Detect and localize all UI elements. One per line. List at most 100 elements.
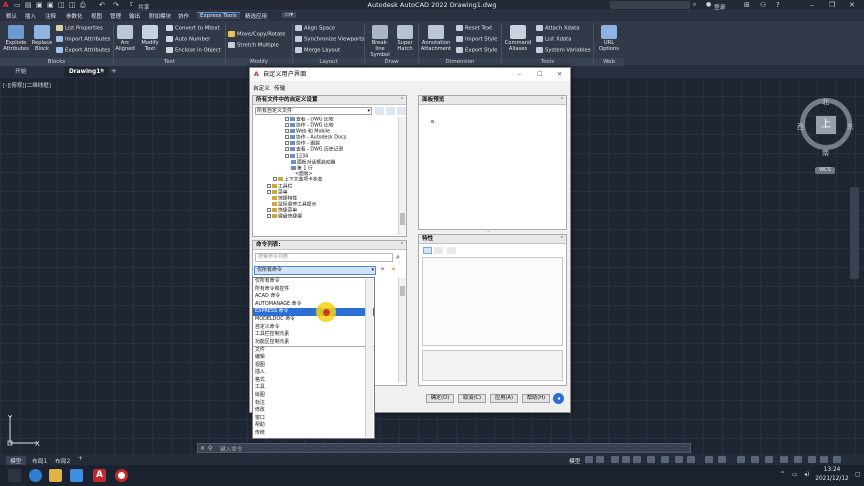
dialog-close-icon[interactable]: ✕ bbox=[557, 68, 562, 81]
explode-attributes-button[interactable]: Explode Attributes bbox=[2, 25, 30, 52]
tab-output[interactable]: 输出 bbox=[129, 12, 140, 20]
annotation-attachment-button[interactable]: Annotation Attachment bbox=[420, 25, 452, 52]
collapse-panel-icon[interactable]: ⌃ bbox=[560, 97, 564, 103]
dropdown-option[interactable]: 功能区控制元素 bbox=[253, 339, 374, 347]
import-style-button[interactable]: Import Style bbox=[456, 36, 498, 44]
attach-xdata-button[interactable]: Attach Xdata bbox=[536, 25, 579, 33]
help-button[interactable]: 帮助(H) bbox=[522, 394, 550, 403]
command-filter-select[interactable]: 仅所有命令 ▾ bbox=[254, 266, 376, 275]
save-as-icon[interactable]: ▣ bbox=[47, 1, 54, 9]
ribbon-options-icon[interactable]: ▭▾ bbox=[282, 12, 296, 18]
grid-icon[interactable] bbox=[585, 456, 593, 463]
polar-icon[interactable] bbox=[622, 456, 630, 463]
property-pages-icon[interactable] bbox=[447, 247, 456, 254]
tree-scrollbar[interactable] bbox=[398, 117, 406, 235]
dropdown-option-selected[interactable]: EXPRESS 命令 bbox=[253, 308, 374, 316]
new-tab-icon[interactable]: + bbox=[111, 67, 117, 75]
network-icon[interactable]: ▭ bbox=[792, 471, 798, 478]
tab-layout1[interactable]: 布局1 bbox=[32, 456, 47, 465]
command-line[interactable]: ✕ ⚲ 键入命令 bbox=[197, 443, 691, 453]
restore-icon[interactable]: ❐ bbox=[829, 1, 835, 9]
windows-start-icon[interactable] bbox=[8, 469, 21, 482]
edge-browser-icon[interactable] bbox=[29, 469, 42, 482]
align-space-button[interactable]: Align Space bbox=[295, 25, 335, 33]
draw-group-label[interactable]: Draw bbox=[365, 58, 418, 66]
tab-manage[interactable]: 管理 bbox=[110, 12, 121, 20]
share-label[interactable]: 共享 bbox=[138, 2, 150, 11]
compass-east[interactable]: 东 bbox=[847, 122, 854, 132]
dropdown-option[interactable]: 编辑 bbox=[253, 354, 374, 362]
command-input[interactable]: 键入命令 bbox=[220, 445, 242, 453]
navigation-bar[interactable] bbox=[850, 187, 859, 279]
url-options-button[interactable]: URL Options bbox=[596, 25, 622, 52]
dropdown-option[interactable]: 视图 bbox=[253, 362, 374, 370]
dropdown-option[interactable]: MODELDOC 命令 bbox=[253, 316, 374, 324]
collapse-panel-icon[interactable]: ⌃ bbox=[400, 97, 404, 103]
web-open-icon[interactable]: ◫ bbox=[58, 1, 65, 9]
annotation-monitor-icon[interactable] bbox=[751, 456, 759, 463]
enclose-in-object-button[interactable]: Enclose in Object bbox=[166, 47, 221, 55]
dropdown-option[interactable]: 窗口 bbox=[253, 415, 374, 423]
dialog-maximize-icon[interactable]: ☐ bbox=[537, 68, 543, 81]
dropdown-option[interactable]: 标注 bbox=[253, 400, 374, 408]
dropdown-scrollbar[interactable] bbox=[365, 279, 373, 437]
customization-file-select[interactable]: 所有自定义文件 ▾ bbox=[255, 107, 372, 115]
export-style-button[interactable]: Export Style bbox=[456, 47, 497, 55]
dropdown-option[interactable]: ACAD 命令 bbox=[253, 293, 374, 301]
command-aliases-button[interactable]: Command Aliases bbox=[503, 25, 533, 52]
tab-annotate[interactable]: 注释 bbox=[45, 12, 56, 20]
tools-group-label[interactable]: Tools bbox=[502, 58, 593, 66]
model-space-label[interactable]: 模型 bbox=[569, 456, 581, 465]
minimize-icon[interactable]: – bbox=[810, 1, 814, 9]
web-group-label[interactable]: Web bbox=[594, 58, 624, 66]
object-snap-icon[interactable] bbox=[661, 456, 669, 463]
close-tab-icon[interactable]: ✕ bbox=[100, 68, 105, 75]
help-search-input[interactable] bbox=[610, 1, 690, 9]
reset-text-button[interactable]: Reset Text bbox=[456, 25, 492, 33]
add-layout-icon[interactable]: + bbox=[78, 456, 83, 462]
dropdown-option[interactable]: 仅所有命令 bbox=[253, 278, 374, 286]
store-icon[interactable] bbox=[70, 469, 83, 482]
save-icon[interactable]: ▣ bbox=[36, 1, 43, 9]
tab-view[interactable]: 视图 bbox=[91, 12, 102, 20]
tab-customize[interactable]: 自定义 bbox=[253, 84, 270, 92]
open-file-button[interactable] bbox=[375, 107, 384, 115]
dialog-minimize-icon[interactable]: – bbox=[518, 68, 521, 81]
save-file-button[interactable] bbox=[386, 107, 395, 115]
dropdown-option[interactable]: 工具栏控制元素 bbox=[253, 331, 374, 339]
workspace-icon[interactable] bbox=[737, 456, 745, 463]
tray-chevron-icon[interactable]: ^ bbox=[780, 471, 785, 478]
recorder-taskbar-icon[interactable] bbox=[115, 469, 128, 482]
annotation-scale-icon[interactable] bbox=[718, 456, 726, 463]
user-icon[interactable]: ● bbox=[706, 1, 711, 8]
selection-cycling-icon[interactable] bbox=[705, 456, 713, 463]
export-attributes-button[interactable]: Export Attributes bbox=[56, 47, 110, 55]
redo-icon[interactable]: ↷ bbox=[113, 1, 119, 9]
tab-default[interactable]: 默认 bbox=[6, 12, 17, 20]
tab-parametric[interactable]: 参数化 bbox=[66, 12, 83, 20]
dropdown-option[interactable]: 传统 bbox=[253, 430, 374, 438]
alphabetical-view-icon[interactable] bbox=[434, 247, 443, 254]
customization-icon[interactable] bbox=[820, 456, 828, 463]
hardware-acceleration-icon[interactable] bbox=[794, 456, 802, 463]
ok-button[interactable]: 确定(O) bbox=[426, 394, 454, 403]
dropdown-option[interactable]: 工具 bbox=[253, 384, 374, 392]
arc-aligned-button[interactable]: Arc Aligned bbox=[115, 25, 135, 52]
blocks-group-label[interactable]: Blocks bbox=[0, 58, 113, 66]
collapse-panel-icon[interactable]: ⌃ bbox=[400, 242, 404, 248]
close-command-line-icon[interactable]: ✕ bbox=[200, 445, 205, 452]
viewcube-top-face[interactable]: 上 bbox=[816, 116, 836, 134]
tab-layout2[interactable]: 布局2 bbox=[55, 456, 70, 465]
sign-in-label[interactable]: 登录 bbox=[714, 2, 726, 11]
web-save-icon[interactable]: ◫ bbox=[69, 1, 76, 9]
modify-group-label[interactable]: Modify bbox=[226, 58, 292, 66]
autocad-taskbar-icon[interactable]: A bbox=[93, 469, 106, 482]
tab-featured-apps[interactable]: 精选应用 bbox=[245, 12, 267, 20]
collapse-dialog-icon[interactable]: ◂ bbox=[553, 393, 564, 404]
customization-tree[interactable]: 查看 - DWG 比较 协作 - DWG 比较 Web 和 Mobile 协作 … bbox=[267, 117, 398, 235]
object-snap-tracking-icon[interactable] bbox=[647, 456, 655, 463]
tab-addins[interactable]: 附加模块 bbox=[149, 12, 171, 20]
property-grid[interactable] bbox=[422, 257, 563, 346]
command-search-input[interactable]: 搜索命令列表 bbox=[255, 253, 393, 262]
units-icon[interactable] bbox=[765, 456, 773, 463]
